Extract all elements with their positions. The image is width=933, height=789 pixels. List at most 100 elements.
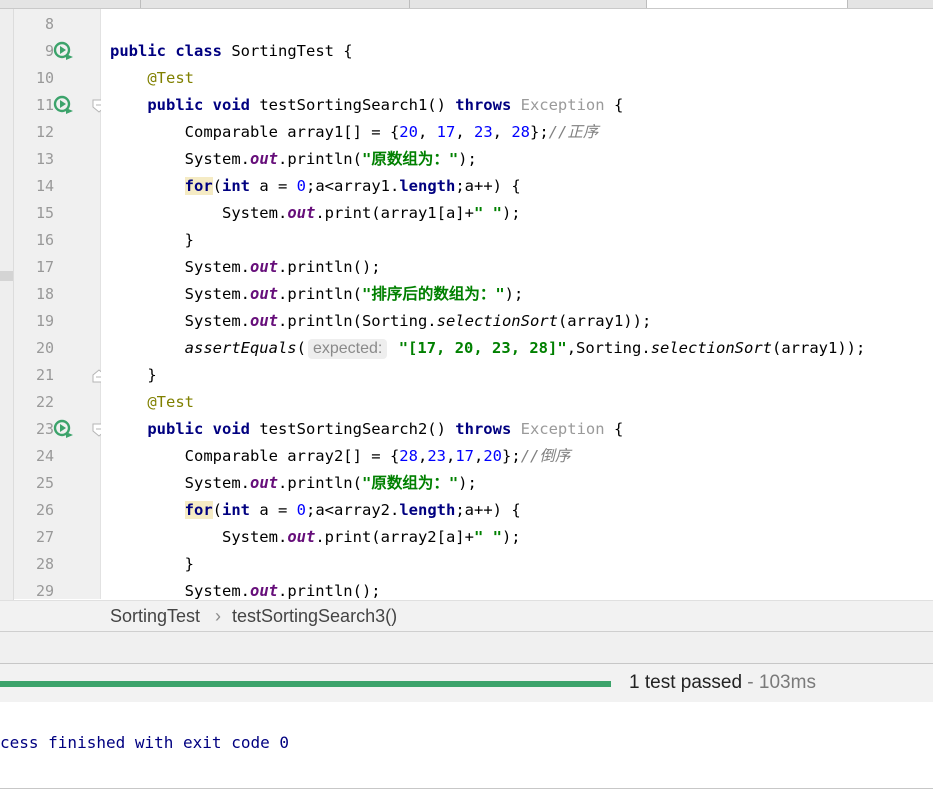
line-number: 18 [35, 285, 54, 303]
code-line[interactable]: public void testSortingSearch1() throws … [110, 92, 933, 119]
code-token: 23 [473, 123, 493, 141]
code-token: ( [212, 177, 222, 195]
code-token: ); [504, 285, 524, 303]
code-token: public void [110, 420, 260, 438]
code-token: "排序后的数组为：" [361, 285, 505, 303]
breadcrumb-method[interactable]: testSortingSearch3() [232, 601, 397, 632]
code-line[interactable]: System.out.println(Sorting.selectionSort… [110, 308, 933, 335]
code-line[interactable]: System.out.println("原数组为："); [110, 146, 933, 173]
breadcrumb: SortingTest › testSortingSearch3() [0, 600, 933, 632]
code-token: System. [110, 285, 250, 303]
code-token: out [249, 285, 278, 303]
code-token: public void [110, 96, 260, 114]
code-token: //倒序 [520, 447, 571, 465]
code-token: ); [501, 204, 521, 222]
code-line[interactable] [110, 11, 933, 38]
code-token: ;a++) { [455, 501, 521, 519]
code-line[interactable]: System.out.println(); [110, 254, 933, 281]
run-test-icon[interactable] [52, 40, 74, 62]
code-token: int [222, 177, 260, 195]
test-result-separator: - [742, 672, 759, 693]
code-line[interactable]: for(int a = 0;a<array2.length;a++) { [110, 497, 933, 524]
breadcrumb-separator: › [215, 606, 221, 626]
code-token: .print(array2[a]+ [315, 528, 474, 546]
code-token: } [110, 231, 194, 249]
line-number: 12 [35, 123, 54, 141]
code-token: ;a<array2. [306, 501, 400, 519]
code-line[interactable]: public void testSortingSearch2() throws … [110, 416, 933, 443]
run-console[interactable]: cess finished with exit code 0 [0, 702, 933, 789]
line-number: 25 [35, 474, 54, 492]
test-status-bar: 1 test passed - 103ms [0, 663, 933, 703]
code-token: (array1)); [557, 312, 652, 330]
code-line[interactable]: System.out.print(array2[a]+" "); [110, 524, 933, 551]
code-token: System. [110, 582, 250, 599]
breadcrumb-class[interactable]: SortingTest [110, 601, 200, 632]
code-token: , [492, 123, 512, 141]
code-line[interactable]: @Test [110, 65, 933, 92]
code-token: length [399, 501, 456, 519]
code-token: "原数组为：" [361, 150, 459, 168]
line-number: 24 [35, 447, 54, 465]
code-token: 28 [399, 447, 418, 465]
code-line[interactable]: System.out.print(array1[a]+" "); [110, 200, 933, 227]
line-number: 13 [35, 150, 54, 168]
run-test-icon[interactable] [52, 94, 74, 116]
code-line[interactable]: assertEquals(expected: "[17, 20, 23, 28]… [110, 335, 933, 362]
code-token: assertEquals [184, 339, 297, 357]
code-line[interactable]: Comparable array2[] = {28,23,17,20};//倒序 [110, 443, 933, 470]
code-token: @Test [110, 393, 194, 411]
code-token: Exception [520, 96, 614, 114]
editor-tab[interactable] [0, 0, 141, 8]
code-line[interactable]: Comparable array1[] = {20, 17, 23, 28};/… [110, 119, 933, 146]
code-token: for [184, 177, 213, 195]
code-token: System. [110, 258, 250, 276]
code-token: 0 [296, 501, 306, 519]
editor-tab[interactable] [410, 0, 647, 8]
line-number: 17 [35, 258, 54, 276]
code-token: " " [473, 528, 502, 546]
code-editor[interactable]: public class SortingTest { @Test public … [101, 9, 933, 599]
line-number: 28 [35, 555, 54, 573]
editor-tab-active[interactable] [647, 0, 848, 8]
code-line[interactable]: } [110, 362, 933, 389]
editor-tab[interactable] [848, 0, 933, 8]
code-token: }; [502, 447, 521, 465]
run-test-icon[interactable] [52, 418, 74, 440]
editor-gutter: 8 9 10 11 12 13 14 15 16 17 18 19 20 21 22 23 24 25 26 27 28… [14, 9, 106, 600]
editor-tab-bar [0, 0, 933, 9]
code-line[interactable]: } [110, 227, 933, 254]
code-line[interactable]: @Test [110, 389, 933, 416]
code-line[interactable]: public class SortingTest { [110, 38, 933, 65]
panel-divider[interactable] [0, 631, 933, 664]
editor-tab[interactable] [141, 0, 410, 8]
code-token: "原数组为：" [361, 474, 459, 492]
code-line[interactable]: } [110, 551, 933, 578]
code-token: System. [110, 150, 250, 168]
code-token: ); [501, 528, 521, 546]
code-token: ;a<array1. [306, 177, 400, 195]
code-line[interactable]: for(int a = 0;a<array1.length;a++) { [110, 173, 933, 200]
line-number: 23 [35, 420, 54, 438]
code-token: out [287, 528, 316, 546]
code-token: { [613, 96, 624, 114]
code-line[interactable]: System.out.println(); [110, 578, 933, 599]
line-number: 21 [35, 366, 54, 384]
line-number: 27 [35, 528, 54, 546]
code-token: length [399, 177, 456, 195]
code-token: testSortingSearch1() [259, 96, 456, 114]
code-token: ( [212, 501, 222, 519]
code-token: 20 [483, 447, 503, 465]
code-token: { [613, 420, 624, 438]
code-token: public class [110, 42, 232, 60]
scroll-marker [0, 271, 13, 281]
code-token: , [445, 447, 456, 465]
line-number: 8 [44, 15, 54, 33]
code-line[interactable]: System.out.println("排序后的数组为："); [110, 281, 933, 308]
code-token: 23 [427, 447, 446, 465]
code-line[interactable]: System.out.println("原数组为："); [110, 470, 933, 497]
code-token: ( [296, 339, 306, 357]
code-token: }; [530, 123, 549, 141]
line-number: 11 [35, 96, 54, 114]
